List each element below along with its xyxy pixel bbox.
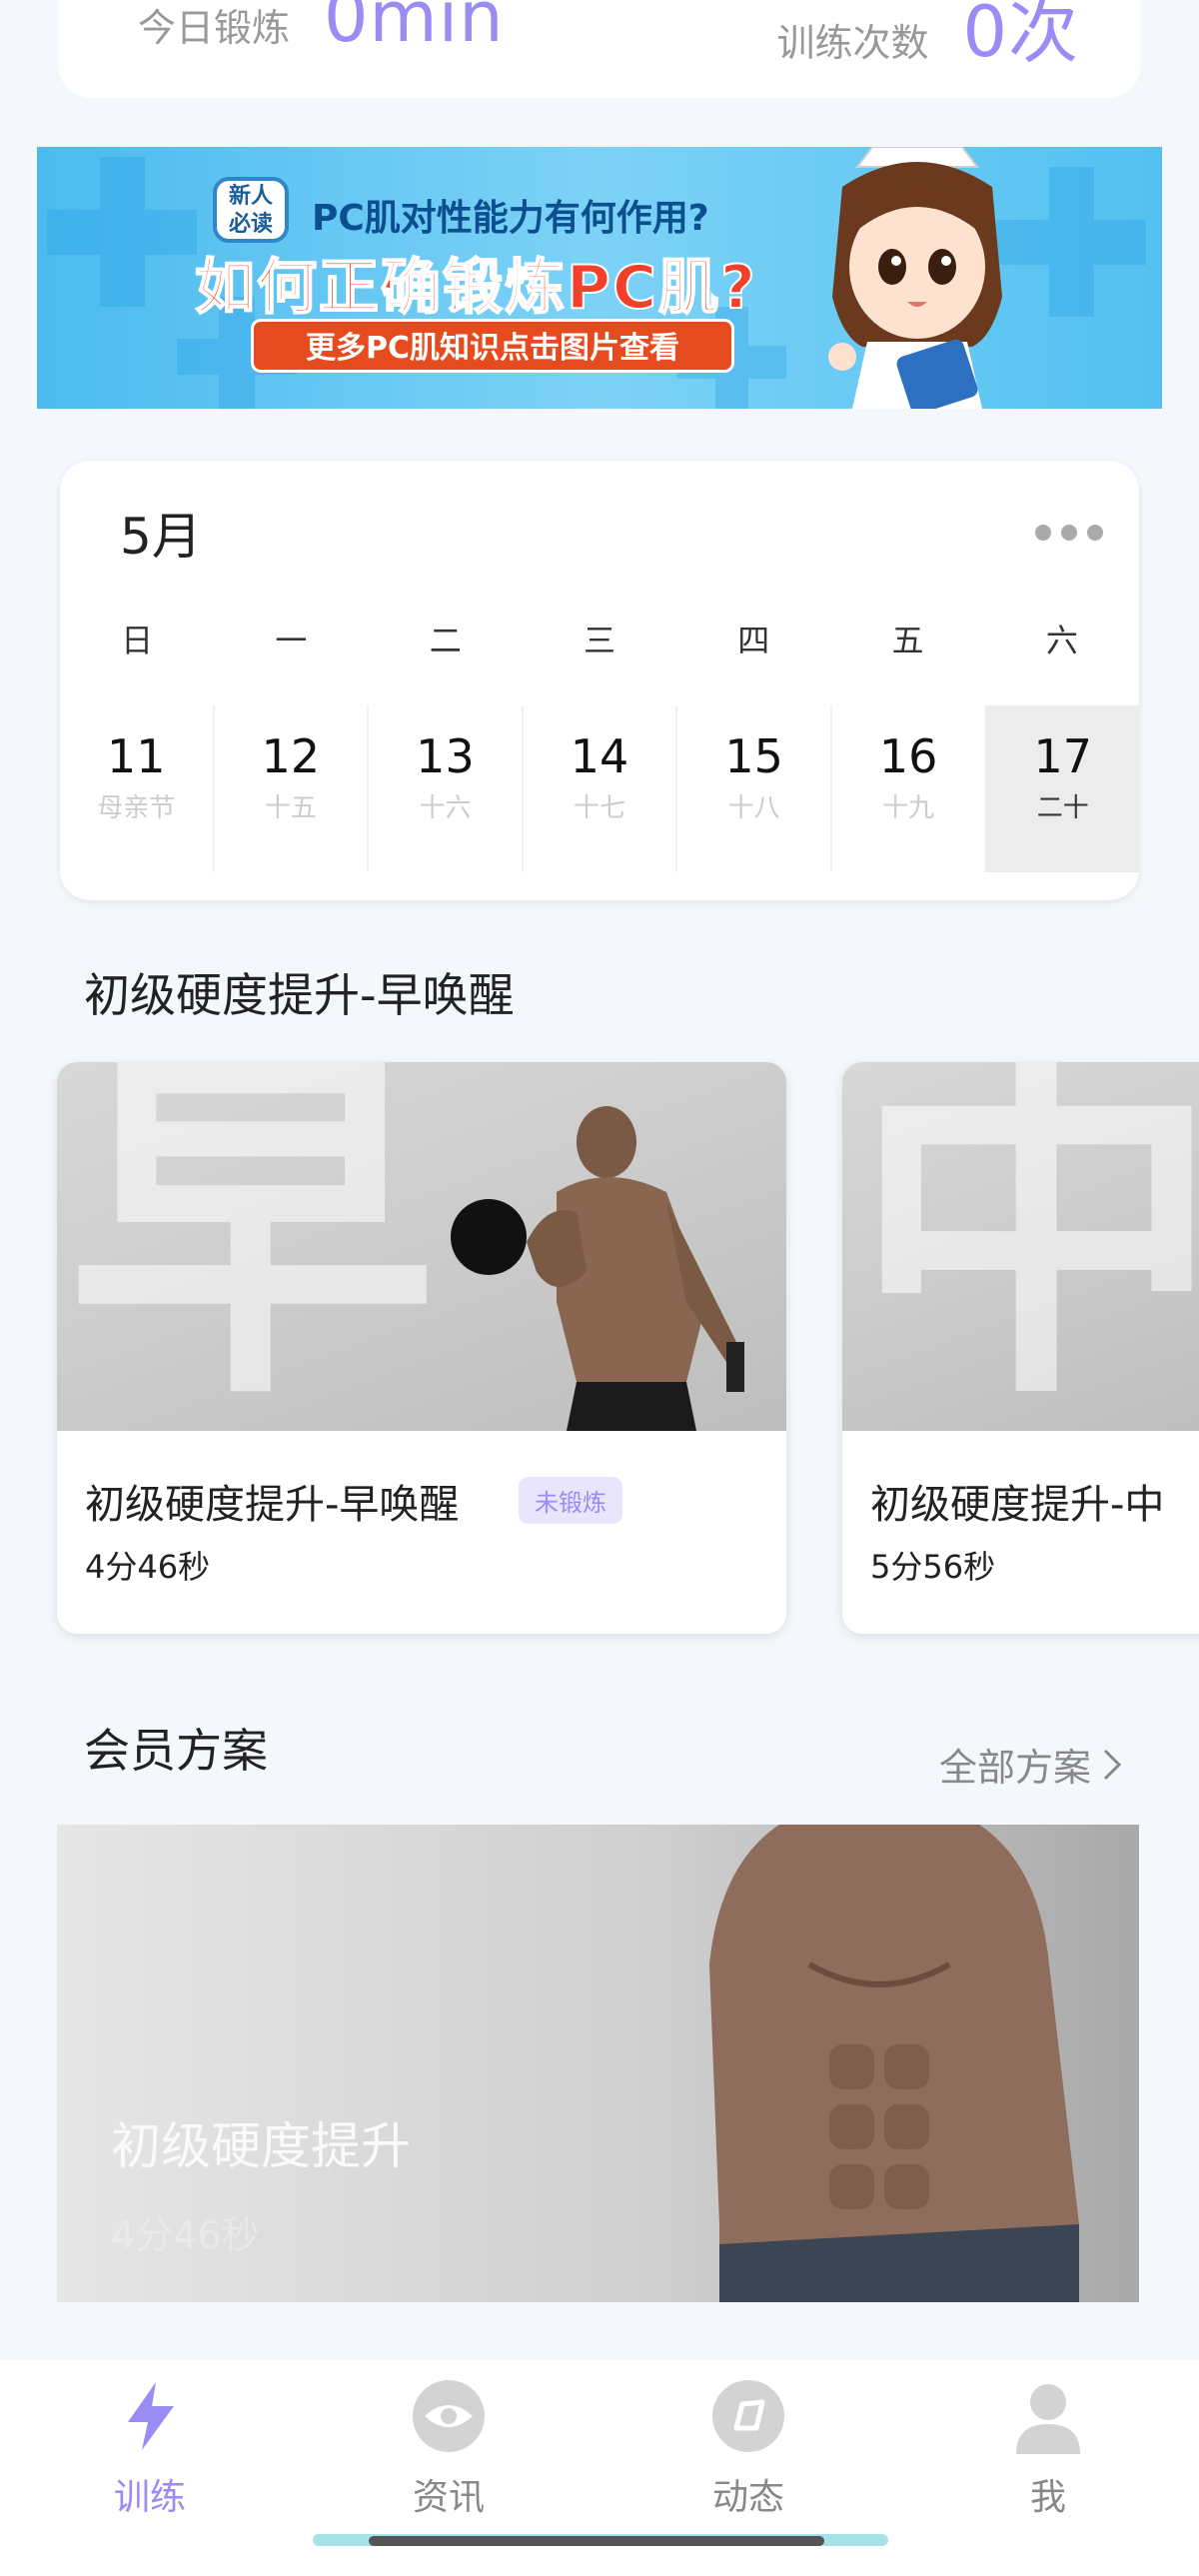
- course-name: 初级硬度提升-中: [870, 1482, 1165, 1528]
- calendar-month: 5月: [120, 508, 202, 566]
- training-count-value: 0次: [962, 0, 1079, 73]
- all-plans-label: 全部方案: [938, 1746, 1091, 1790]
- promo-banner[interactable]: 新人 必读 PC肌对性能力有何作用? 如何正确锻炼PC肌? 更多PC肌知识点击图…: [37, 147, 1162, 409]
- course-image: 早: [57, 1062, 786, 1431]
- status-badge: 未锻炼: [519, 1477, 622, 1524]
- today-exercise-stat: 今日锻炼 0min: [138, 0, 505, 80]
- day-number: 15: [724, 729, 783, 783]
- nurse-illustration: [828, 147, 1002, 409]
- lunar-date: 十六: [419, 793, 472, 823]
- calendar-day[interactable]: 15 十八: [677, 705, 832, 872]
- all-plans-link[interactable]: 全部方案: [939, 1737, 1123, 1792]
- lunar-date: 二十: [1036, 793, 1089, 823]
- cross-decoration: [47, 157, 197, 307]
- athlete-silhouette: [451, 1106, 744, 1431]
- lunar-date: 十五: [264, 793, 317, 823]
- calendar-day[interactable]: 11 母亲节: [60, 705, 215, 872]
- tab-me[interactable]: 我: [968, 2378, 1128, 2520]
- badge-line-2: 必读: [228, 212, 273, 237]
- home-indicator: [313, 2534, 888, 2546]
- eye-icon: [413, 2380, 485, 2452]
- course-glyph: 中: [852, 1062, 1199, 1431]
- tab-news[interactable]: 资讯: [369, 2378, 529, 2520]
- calendar-day[interactable]: 14 十七: [524, 705, 678, 872]
- torso-illustration: [709, 1825, 1079, 2302]
- membership-section-title: 会员方案: [84, 1724, 268, 1778]
- course-glyph: 早: [67, 1062, 437, 1431]
- badge-line-1: 新人: [228, 184, 273, 209]
- compass-icon: [712, 2380, 784, 2452]
- tab-label: 训练: [113, 2477, 186, 2518]
- course-image: 中: [842, 1062, 1199, 1431]
- chevron-right-icon: [1103, 1749, 1122, 1780]
- lunar-date: 母亲节: [97, 793, 176, 823]
- tab-label: 我: [1029, 2477, 1066, 2518]
- week-calendar: 5月 日 一 二 三 四 五 六 11 母亲节 12 十五 13 十六 14 十…: [60, 461, 1139, 900]
- banner-title: 如何正确锻炼PC肌?: [194, 252, 757, 324]
- course-name: 初级硬度提升-早唤醒: [85, 1482, 460, 1528]
- tab-label: 资讯: [412, 2477, 485, 2518]
- membership-plan-card[interactable]: 初级硬度提升 4分46秒: [57, 1825, 1139, 2302]
- courses-section-title: 初级硬度提升-早唤醒: [84, 968, 515, 1022]
- course-duration: 5分56秒: [870, 1548, 996, 1586]
- lunar-date: 十七: [574, 793, 626, 823]
- weekday-label: 四: [737, 622, 770, 659]
- tab-label: 动态: [711, 2477, 784, 2518]
- more-options-icon[interactable]: [1035, 525, 1103, 541]
- banner-question: PC肌对性能力有何作用?: [312, 198, 709, 239]
- weekday-label: 三: [583, 622, 615, 659]
- banner-cta: 更多PC肌知识点击图片查看: [251, 319, 734, 373]
- tab-feed[interactable]: 动态: [668, 2378, 828, 2520]
- person-icon: [1016, 2384, 1080, 2454]
- today-exercise-value: 0min: [324, 0, 505, 58]
- training-count-label: 训练次数: [776, 21, 929, 65]
- weekday-label: 六: [1045, 622, 1078, 659]
- calendar-day-selected[interactable]: 17 二十: [986, 705, 1139, 872]
- plan-duration: 4分46秒: [111, 2213, 260, 2257]
- weekday-label: 一: [275, 622, 308, 659]
- weekday-label: 五: [891, 622, 924, 659]
- day-number: 11: [107, 729, 166, 783]
- calendar-day[interactable]: 16 十九: [832, 705, 987, 872]
- plan-title: 初级硬度提升: [111, 2117, 411, 2175]
- new-user-badge: 新人 必读: [213, 177, 289, 243]
- stats-card: 今日锻炼 0min 训练次数 0次: [58, 0, 1141, 98]
- calendar-day[interactable]: 13 十六: [369, 705, 524, 872]
- calendar-day[interactable]: 12 十五: [215, 705, 370, 872]
- day-number: 17: [1033, 729, 1093, 783]
- course-card[interactable]: 中 初级硬度提升-中 5分56秒: [842, 1062, 1199, 1634]
- course-duration: 4分46秒: [85, 1548, 211, 1586]
- today-exercise-label: 今日锻炼: [138, 6, 291, 50]
- weekday-label: 二: [429, 622, 462, 659]
- lightning-icon: [128, 2382, 174, 2450]
- lunar-date: 十九: [882, 793, 935, 823]
- day-row: 11 母亲节 12 十五 13 十六 14 十七 15 十八 16 十九 17 …: [60, 705, 1139, 872]
- weekday-label: 日: [121, 622, 154, 659]
- day-number: 12: [261, 729, 321, 783]
- day-number: 16: [878, 729, 938, 783]
- day-number: 13: [416, 729, 475, 783]
- weekday-row: 日 一 二 三 四 五 六: [60, 616, 1139, 661]
- day-number: 14: [570, 729, 629, 783]
- course-card[interactable]: 早 初级硬度提升-早唤醒 未锻炼 4分46秒: [57, 1062, 786, 1634]
- tab-training[interactable]: 训练: [70, 2378, 230, 2520]
- lunar-date: 十八: [727, 793, 780, 823]
- training-count-stat: 训练次数 0次: [776, 0, 1079, 99]
